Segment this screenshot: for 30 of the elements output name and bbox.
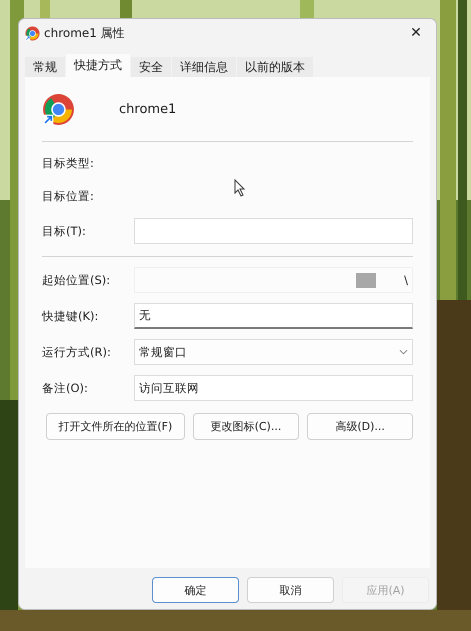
cursor-icon [234, 179, 246, 197]
dialog-button[interactable]: 取消 [247, 577, 334, 603]
action-button[interactable]: 高级(D)... [307, 413, 413, 440]
tab[interactable]: 快捷方式 [66, 54, 130, 77]
input-field[interactable]: 无 [134, 303, 413, 329]
field-label: 备注(O): [42, 380, 89, 396]
dropdown[interactable]: 常规窗口 [134, 339, 413, 365]
chevron-icon [399, 349, 408, 355]
field-label: 目标(T): [42, 224, 87, 238]
tab[interactable]: 详细信息 [172, 57, 236, 77]
redacted-block [356, 272, 376, 288]
field-label: 起始位置(S): [42, 272, 112, 288]
shortcut-name: chrome1 [119, 102, 176, 116]
tab[interactable]: 以前的版本 [237, 57, 313, 77]
input-field[interactable]: 访问互联网 [134, 375, 413, 401]
field-label: 目标类型: [42, 156, 95, 171]
chrome-icon [42, 92, 75, 126]
field-label: 运行方式(R): [42, 344, 112, 360]
dialog-button[interactable]: 确定 [152, 577, 239, 603]
action-button[interactable]: 打开文件所在的位置(F) [46, 413, 185, 440]
chrome-icon [25, 26, 40, 40]
input-field[interactable]: \ [134, 267, 413, 293]
tab[interactable]: 安全 [131, 57, 171, 77]
action-button[interactable]: 更改图标(C)... [192, 413, 300, 440]
input-field[interactable] [134, 218, 413, 244]
close-button[interactable]: ✕ [396, 20, 436, 46]
tab[interactable]: 常规 [25, 57, 65, 77]
field-label: 快捷键(K): [42, 308, 100, 324]
window-title: chrome1 属性 [44, 24, 126, 42]
field-label: 目标位置: [42, 189, 95, 204]
